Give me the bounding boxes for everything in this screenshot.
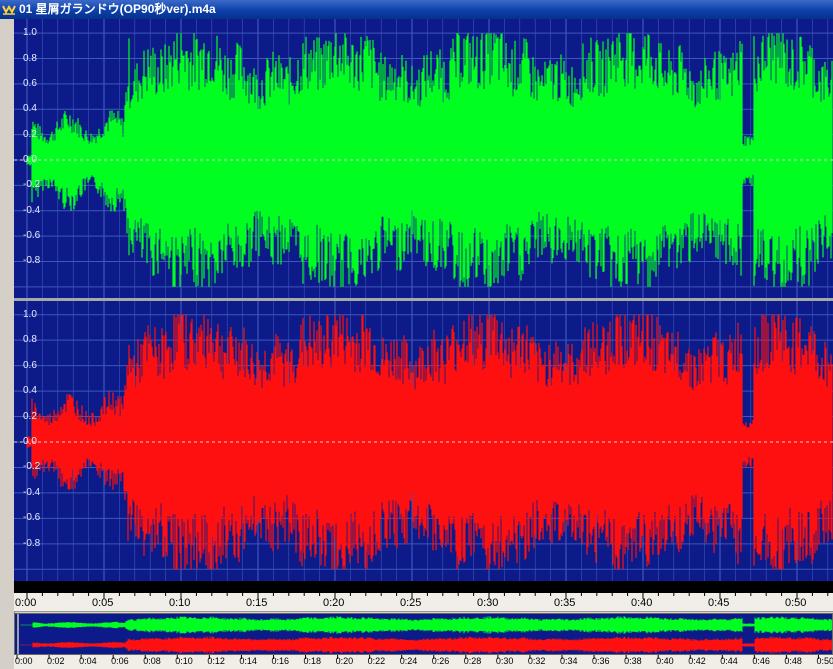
overview-time-label: 0:02 bbox=[47, 656, 65, 666]
overview-time-label: 0:20 bbox=[335, 656, 354, 666]
overview-time-label: 0:26 bbox=[431, 656, 450, 666]
overview-time-label: 0:28 bbox=[463, 656, 482, 666]
amplitude-label: -0.4 bbox=[23, 204, 41, 216]
time-label: 0:35 bbox=[554, 597, 576, 609]
amplitude-label: -0.4 bbox=[23, 486, 41, 498]
amplitude-label: -0.2 bbox=[23, 179, 41, 191]
overview-time-label: 0:10 bbox=[175, 656, 193, 666]
amplitude-label: 0.4 bbox=[23, 385, 37, 397]
selection-bar[interactable] bbox=[14, 581, 833, 593]
right-channel-waveform[interactable]: 1.0 0.8 0.6 0.4 0.2 0.0 -0.2 -0.4 -0.6 -0.8 bbox=[14, 301, 833, 581]
overview-time-label: 0:00 bbox=[15, 656, 33, 666]
overview-waveform[interactable] bbox=[14, 613, 833, 655]
time-label: 0:05 bbox=[92, 597, 114, 609]
waveform-view[interactable]: 1.0 0.8 0.6 0.4 0.2 0.0 -0.2 -0.4 -0.6 -0.8 1.0 0.… bbox=[14, 19, 833, 581]
overview-right-channel-path bbox=[20, 636, 832, 654]
amplitude-label: 0.8 bbox=[23, 334, 37, 346]
overview-time-label: 0:04 bbox=[79, 656, 97, 666]
amplitude-label: 1.0 bbox=[23, 308, 37, 320]
left-gutter bbox=[0, 19, 15, 669]
amplitude-label: 0.8 bbox=[23, 52, 37, 64]
overview-time-ruler[interactable]: 0:00 0:02 0:04 0:06 0:08 0:10 0:12 0:14 0:16 0:18… bbox=[14, 655, 833, 669]
amplitude-label: 0.6 bbox=[23, 77, 37, 89]
left-channel-waveform[interactable]: 1.0 0.8 0.6 0.4 0.2 0.0 -0.2 -0.4 -0.6 -0.8 bbox=[14, 19, 833, 298]
overview-time-label: 0:42 bbox=[688, 656, 706, 666]
overview-time-label: 0:24 bbox=[399, 656, 418, 666]
overview-time-label: 0:14 bbox=[239, 656, 257, 666]
overview-time-label: 0:36 bbox=[592, 656, 610, 666]
amplitude-label: -0.6 bbox=[23, 512, 41, 524]
amplitude-label: 0.4 bbox=[23, 103, 37, 115]
time-label: 0:40 bbox=[631, 597, 653, 609]
amplitude-label: 1.0 bbox=[23, 27, 37, 39]
window-title: 01 星屑ガランドウ(OP90秒ver).m4a bbox=[19, 2, 216, 16]
time-label: 0:10 bbox=[169, 597, 191, 609]
playhead-handle-icon[interactable] bbox=[15, 614, 21, 655]
overview-time-label: 0:34 bbox=[559, 656, 578, 666]
overview-time-label: 0:32 bbox=[527, 656, 546, 666]
time-label: 0:20 bbox=[323, 597, 345, 609]
overview-time-label: 0:50 bbox=[816, 656, 833, 666]
overview-time-label: 0:30 bbox=[495, 656, 514, 666]
overview-time-label: 0:48 bbox=[784, 656, 802, 666]
time-label: 0:00 bbox=[15, 597, 37, 609]
overview-time-label: 0:18 bbox=[303, 656, 322, 666]
overview-time-label: 0:12 bbox=[207, 656, 225, 666]
amplitude-label: 0.0 bbox=[23, 154, 37, 165]
time-label: 0:15 bbox=[246, 597, 268, 609]
overview-time-label: 0:22 bbox=[367, 656, 386, 666]
overview-time-label: 0:44 bbox=[720, 656, 738, 666]
time-label: 0:45 bbox=[708, 597, 730, 609]
overview-time-label: 0:40 bbox=[656, 656, 674, 666]
overview-time-label: 0:46 bbox=[752, 656, 770, 666]
overview-time-label: 0:06 bbox=[111, 656, 129, 666]
amplitude-label: -0.8 bbox=[23, 537, 41, 549]
amplitude-label: 0.6 bbox=[23, 359, 37, 371]
title-bar: 01 星屑ガランドウ(OP90秒ver).m4a bbox=[0, 0, 833, 19]
amplitude-label: -0.2 bbox=[23, 461, 41, 473]
amplitude-label: -0.6 bbox=[23, 230, 41, 242]
app-logo-icon bbox=[2, 5, 16, 15]
overview-time-label: 0:38 bbox=[624, 656, 642, 666]
time-label: 0:50 bbox=[785, 597, 807, 609]
time-label: 0:25 bbox=[400, 597, 422, 609]
overview-time-label: 0:16 bbox=[271, 656, 289, 666]
overview-time-label: 0:08 bbox=[143, 656, 161, 666]
time-label: 0:30 bbox=[477, 597, 499, 609]
amplitude-label: -0.8 bbox=[23, 255, 41, 267]
overview-left-channel-path bbox=[20, 616, 832, 634]
amplitude-label: 0.2 bbox=[23, 128, 37, 140]
amplitude-label: 0.0 bbox=[23, 436, 37, 447]
amplitude-label: 0.2 bbox=[23, 410, 37, 422]
time-ruler[interactable]: 0:00 0:05 0:10 0:15 0:20 0:25 0:30 0:35 0:40 0:45… bbox=[14, 593, 833, 612]
